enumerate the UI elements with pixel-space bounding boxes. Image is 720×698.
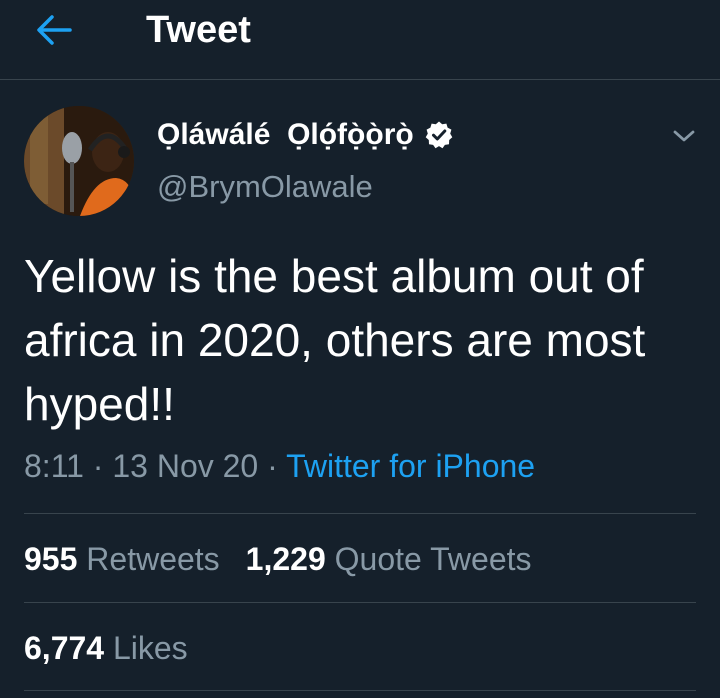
likes-stat[interactable]: 6,774 Likes: [24, 626, 188, 670]
tweet-detail-screen: Tweet Ọláwálé Ọlọ́fọ̀ọ̀rọ̀ @BrymOlawale …: [0, 0, 720, 698]
tweet-time: 8:11: [24, 448, 84, 484]
retweets-label: Retweets: [86, 541, 220, 577]
verified-badge-icon: [425, 121, 453, 149]
arrow-left-icon: [37, 15, 72, 45]
meta-separator: ·: [267, 448, 278, 484]
top-bar: Tweet: [0, 0, 720, 80]
tweet-source-link[interactable]: Twitter for iPhone: [286, 448, 535, 484]
back-button[interactable]: [22, 6, 86, 54]
quote-tweets-stat[interactable]: 1,229 Quote Tweets: [246, 537, 532, 581]
meta-separator: ·: [92, 448, 104, 484]
divider: [24, 513, 696, 514]
author-name-row: Ọláwálé Ọlọ́fọ̀ọ̀rọ̀: [157, 116, 454, 154]
avatar[interactable]: [24, 106, 134, 216]
quote-tweets-label: Quote Tweets: [334, 541, 532, 577]
likes-stats-row: 6,774 Likes: [24, 626, 188, 670]
quote-tweets-count: 1,229: [245, 541, 326, 577]
author-handle[interactable]: @BrymOlawale: [157, 168, 373, 206]
likes-count: 6,774: [24, 630, 105, 666]
likes-label: Likes: [112, 630, 188, 666]
retweets-stat[interactable]: 955 Retweets: [24, 537, 220, 581]
engagement-stats-row: 955 Retweets 1,229 Quote Tweets: [24, 537, 532, 581]
avatar-photo: [24, 106, 134, 216]
chevron-down-icon: [673, 130, 695, 142]
divider: [24, 602, 696, 603]
divider: [24, 690, 696, 691]
retweets-count: 955: [24, 541, 78, 577]
page-title: Tweet: [146, 9, 251, 51]
author-display-name[interactable]: Ọláwálé Ọlọ́fọ̀ọ̀rọ̀: [157, 116, 414, 154]
tweet-metadata: 8:11 · 13 Nov 20 · Twitter for iPhone: [24, 444, 535, 488]
tweet-date[interactable]: 13 Nov 20: [112, 448, 258, 484]
tweet-text: Yellow is the best album out of africa i…: [24, 250, 646, 430]
more-options-button[interactable]: [664, 118, 704, 154]
